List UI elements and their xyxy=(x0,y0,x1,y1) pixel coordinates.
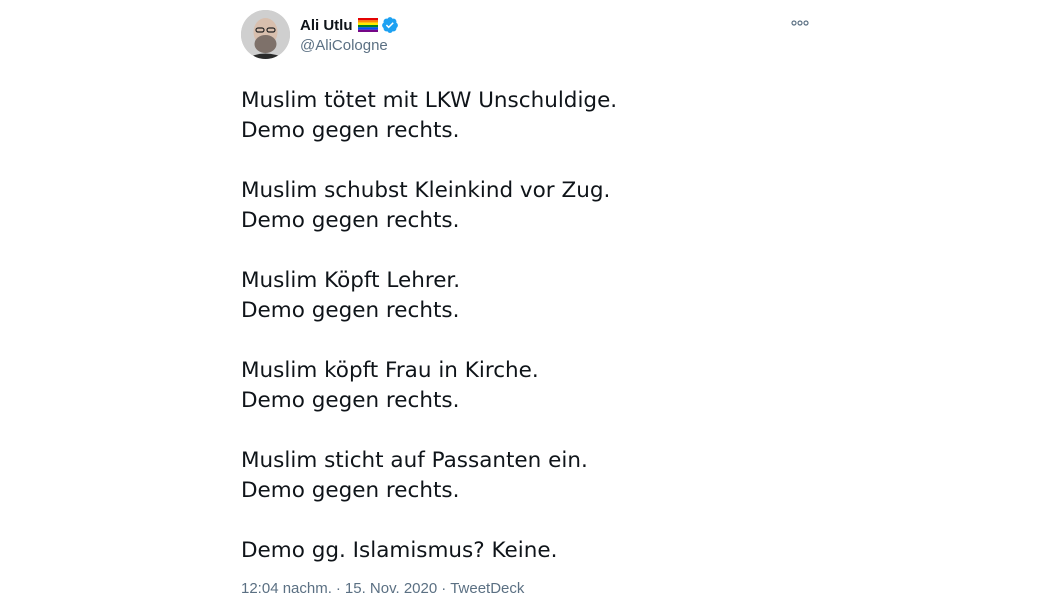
tweet-line: Muslim schubst Kleinkind vor Zug. xyxy=(241,178,611,203)
tweet-stanza: Muslim schubst Kleinkind vor Zug. Demo g… xyxy=(241,176,811,236)
tweet-line: Demo gegen rechts. xyxy=(241,478,460,503)
rainbow-flag-icon xyxy=(357,18,378,32)
tweet-source-link[interactable]: TweetDeck xyxy=(450,580,524,597)
more-options-button[interactable] xyxy=(789,13,811,33)
tweet-line: Demo gegen rechts. xyxy=(241,118,460,143)
tweet-stanza: Muslim tötet mit LKW Unschuldige. Demo g… xyxy=(241,86,811,146)
tweet-line: Muslim tötet mit LKW Unschuldige. xyxy=(241,88,618,113)
tweet-stanza: Muslim sticht auf Passanten ein. Demo ge… xyxy=(241,446,811,506)
tweet-text: Muslim tötet mit LKW Unschuldige. Demo g… xyxy=(241,86,811,566)
more-options-icon xyxy=(791,20,809,26)
tweet-line: Demo gg. Islamismus? Keine. xyxy=(241,538,558,563)
tweet-line: Muslim Köpft Lehrer. xyxy=(241,268,461,293)
tweet-line: Muslim sticht auf Passanten ein. xyxy=(241,448,588,473)
author-handle[interactable]: @AliCologne xyxy=(300,37,399,54)
avatar-photo-icon xyxy=(241,10,290,59)
author-names: Ali Utlu @AliCologne xyxy=(300,15,399,54)
meta-separator: · xyxy=(441,580,447,597)
tweet-stanza: Muslim köpft Frau in Kirche. Demo gegen … xyxy=(241,356,811,416)
tweet-stanza: Muslim Köpft Lehrer. Demo gegen rechts. xyxy=(241,266,811,326)
tweet-line: Muslim köpft Frau in Kirche. xyxy=(241,358,539,383)
tweet-timestamp[interactable]: 12:04 nachm. · 15. Nov. 2020 xyxy=(241,580,437,597)
avatar[interactable] xyxy=(241,10,290,59)
tweet-time: 12:04 nachm. xyxy=(241,580,332,597)
display-name[interactable]: Ali Utlu xyxy=(300,17,353,34)
tweet-date: 15. Nov. 2020 xyxy=(344,580,438,597)
tweet-line: Demo gegen rechts. xyxy=(241,298,460,323)
tweet-meta: 12:04 nachm. · 15. Nov. 2020 · TweetDeck xyxy=(241,580,811,597)
tweet-line: Demo gegen rechts. xyxy=(241,388,460,413)
verified-badge-icon xyxy=(381,16,399,34)
name-row: Ali Utlu xyxy=(300,15,399,35)
meta-separator: · xyxy=(335,580,341,597)
tweet-header: Ali Utlu @AliCologne xyxy=(241,10,811,60)
tweet: Ali Utlu @AliCologne Muslim tötet mit LK… xyxy=(241,10,811,597)
tweet-stanza: Demo gg. Islamismus? Keine. xyxy=(241,536,811,566)
tweet-line: Demo gegen rechts. xyxy=(241,208,460,233)
